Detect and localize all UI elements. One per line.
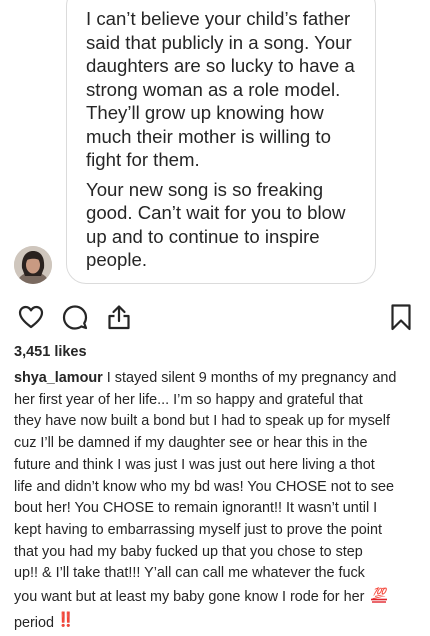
caption-line: you want but at least my baby gone know …	[14, 585, 414, 611]
caption-line: cuz I’ll be damned if my daughter see or…	[14, 435, 368, 452]
caption-line: life and didn’t know who my bd was! You …	[14, 478, 394, 495]
message-area: I can’t believe your child’s father said…	[0, 0, 430, 300]
post-caption: shya_lamour I stayed silent 9 months of …	[14, 368, 414, 636]
caption-line: bout her! You CHOSE to remain ignorant!!…	[14, 500, 378, 517]
caption-line: period ‼️	[14, 611, 414, 636]
avatar[interactable]	[14, 246, 52, 284]
caption-text: I stayed silent 9 months of my pregnancy…	[106, 370, 397, 386]
likes-count[interactable]: 3,451 likes	[14, 344, 87, 360]
heart-icon[interactable]	[16, 302, 46, 332]
post-action-bar	[0, 300, 430, 338]
caption-line: that you had my baby fucked up that you …	[14, 543, 363, 560]
caption-line: they have now built a bond but I had to …	[14, 413, 390, 430]
caption-line: shya_lamour I stayed silent 9 months of …	[14, 368, 414, 390]
caption-text: you want but at least my baby gone know …	[14, 589, 365, 606]
bookmark-icon[interactable]	[386, 302, 416, 332]
message-bubble: I can’t believe your child’s father said…	[66, 0, 376, 284]
caption-line: up!! & I’ll take that!!! Y’all can call …	[14, 565, 365, 582]
message-paragraph-1: I can’t believe your child’s father said…	[86, 8, 355, 170]
caption-line: future and think I was just I was just o…	[14, 456, 375, 473]
double-exclamation-icon: ‼️	[57, 611, 74, 636]
message-paragraph-2: Your new song is so freaking good. Can’t…	[86, 178, 346, 271]
caption-text: period	[14, 614, 55, 631]
caption-username[interactable]: shya_lamour	[14, 370, 103, 386]
hundred-points-emoji: 💯	[373, 587, 389, 600]
caption-line: kept having to embarrassing myself just …	[14, 521, 382, 538]
double-exclamation-emoji: ‼️	[58, 611, 74, 628]
hundred-points-icon: 💯	[368, 585, 390, 611]
caption-line: her first year of her life... I’m so hap…	[14, 391, 363, 408]
comment-icon[interactable]	[60, 302, 90, 332]
avatar-image	[14, 246, 52, 284]
share-icon[interactable]	[104, 302, 134, 332]
